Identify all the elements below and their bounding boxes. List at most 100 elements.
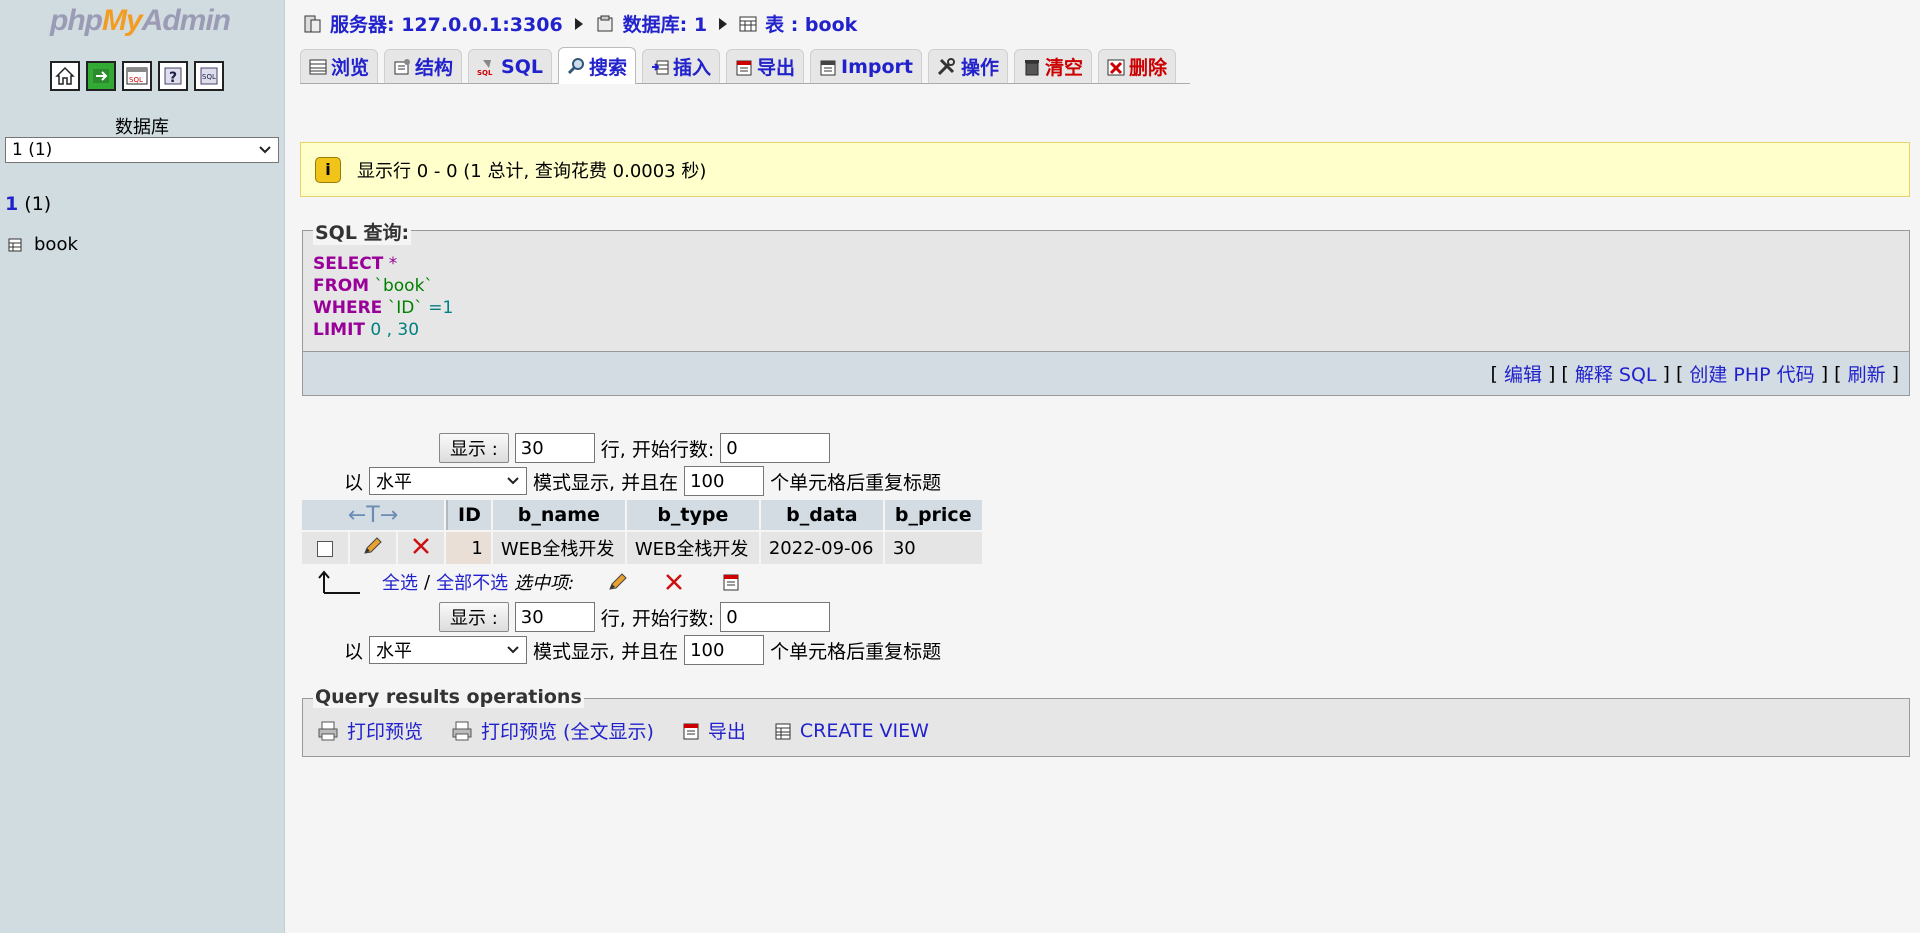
sql-limit: 0 , 30 [365, 320, 420, 340]
sql-column: `ID` [382, 298, 423, 318]
sidebar-table-label[interactable]: book [34, 234, 78, 255]
database-icon [597, 15, 613, 31]
sql-line: LIMIT 0 , 30 [313, 319, 453, 341]
breadcrumb-server[interactable]: 服务器: 127.0.0.1:3306 [302, 10, 563, 37]
sql-line: WHERE `ID` =1 [313, 297, 453, 319]
tab-export-label[interactable]: 导出 [757, 53, 795, 80]
pencil-icon[interactable] [606, 572, 630, 592]
printer-icon [452, 721, 472, 740]
explain-sql-link[interactable]: 解释 SQL [1575, 360, 1657, 387]
create-php-code-link[interactable]: 创建 PHP 代码 [1689, 360, 1814, 387]
import-icon [820, 60, 836, 75]
database-link[interactable]: 1 [5, 193, 18, 215]
tab-drop-label[interactable]: 删除 [1129, 53, 1167, 80]
tab-drop[interactable]: 删除 [1098, 49, 1177, 83]
mode-prefix: 以 [344, 640, 364, 663]
repeat-headers-input[interactable]: 100 [684, 466, 765, 496]
cell-b-price[interactable]: 30 [884, 532, 982, 564]
database-label: 数据库 [115, 117, 169, 138]
breadcrumb-server-label[interactable]: 服务器: 127.0.0.1:3306 [330, 10, 563, 37]
tab-insert-label[interactable]: 插入 [673, 53, 711, 80]
search-icon [567, 58, 584, 75]
column-header-b-price[interactable]: b_price [884, 500, 982, 530]
arrow-up-left-icon [318, 570, 360, 594]
tab-structure[interactable]: 结构 [384, 49, 463, 83]
cell-b-name[interactable]: WEB全栈开发 [492, 532, 625, 564]
database-select[interactable]: 1 (1) [5, 137, 279, 163]
tab-browse[interactable]: 浏览 [300, 49, 379, 83]
tab-structure-label[interactable]: 结构 [415, 53, 453, 80]
export-link[interactable]: 导出 [682, 717, 746, 744]
tab-sql[interactable]: SQL SQL [468, 49, 552, 83]
column-sort-arrows-icon[interactable]: ←T→ [302, 500, 444, 530]
refresh-link[interactable]: 刷新 [1848, 360, 1886, 387]
with-selected-bar: 全选 / 全部不选 选中项: [318, 569, 740, 595]
display-mode-select[interactable]: 水平 [369, 636, 528, 664]
start-row-input[interactable]: 0 [720, 602, 831, 632]
breadcrumb-database-label[interactable]: 数据库: 1 [623, 10, 707, 37]
tab-import-label[interactable]: Import [841, 56, 913, 78]
tab-search-label[interactable]: 搜索 [589, 53, 627, 80]
documentation-icon[interactable]: ? [158, 61, 188, 91]
column-header-b-type[interactable]: b_type [626, 500, 759, 530]
sidebar-table-book[interactable]: book [8, 234, 78, 255]
delete-icon[interactable] [664, 572, 684, 592]
logout-icon[interactable] [86, 61, 116, 91]
cell-b-data[interactable]: 2022-09-06 [760, 532, 883, 564]
sql-actions: [编辑] [解释 SQL] [创建 PHP 代码] [刷新] [303, 351, 1909, 395]
pencil-icon[interactable] [362, 536, 384, 556]
tab-browse-label[interactable]: 浏览 [331, 53, 369, 80]
tab-import[interactable]: Import [810, 49, 923, 83]
home-icon[interactable] [50, 61, 80, 91]
cell-b-type[interactable]: WEB全栈开发 [626, 532, 759, 564]
start-row-input[interactable]: 0 [720, 433, 831, 463]
column-header-id[interactable]: ID [446, 500, 491, 530]
sql-query-window-icon[interactable]: SQL [122, 61, 152, 91]
phpmyadmin-logo[interactable]: phpMyAdmin [50, 4, 231, 38]
display-mode-select[interactable]: 水平 [369, 467, 528, 495]
mode-prefix: 以 [344, 471, 364, 494]
tab-search[interactable]: 搜索 [557, 47, 636, 84]
export-icon[interactable] [722, 572, 740, 592]
print-view-link[interactable]: 打印预览 [317, 717, 423, 744]
sql-docs-icon[interactable]: SQL [194, 61, 224, 91]
tab-sql-label[interactable]: SQL [501, 56, 543, 78]
breadcrumb-table-label[interactable]: 表 : book [765, 10, 857, 37]
show-button[interactable]: 显示 : [439, 433, 509, 463]
row-checkbox[interactable] [317, 540, 333, 557]
printer-icon [318, 721, 338, 740]
column-header-b-data[interactable]: b_data [760, 500, 883, 530]
breadcrumb-database[interactable]: 数据库: 1 [595, 10, 707, 37]
tab-insert[interactable]: 插入 [642, 49, 721, 83]
uncheck-all-link[interactable]: 全部不选 [436, 569, 508, 595]
print-view-label[interactable]: 打印预览 [347, 717, 423, 744]
repeat-label: 个单元格后重复标题 [770, 471, 942, 494]
database-name[interactable]: 1 (1) [5, 193, 51, 215]
repeat-headers-input[interactable]: 100 [684, 635, 765, 665]
tab-operations[interactable]: 操作 [928, 49, 1009, 83]
tab-empty-label[interactable]: 清空 [1045, 53, 1083, 80]
tab-empty[interactable]: 清空 [1014, 49, 1093, 83]
cell-id[interactable]: 1 [446, 532, 491, 564]
create-view-link[interactable]: CREATE VIEW [774, 717, 929, 744]
export-label[interactable]: 导出 [708, 717, 746, 744]
edit-sql-link[interactable]: 编辑 [1504, 360, 1542, 387]
display-controls-bottom: 显示 : 30 行, 开始行数: 0 [439, 602, 831, 632]
success-notice: i 显示行 0 - 0 (1 总计, 查询花费 0.0003 秒) [300, 142, 1910, 197]
chevron-down-icon [259, 146, 271, 154]
rows-input[interactable]: 30 [514, 433, 595, 463]
show-button[interactable]: 显示 : [439, 602, 509, 632]
check-all-link[interactable]: 全选 [382, 569, 418, 595]
tab-operations-label[interactable]: 操作 [961, 53, 999, 80]
breadcrumb-separator-icon [719, 17, 728, 30]
print-view-full-link[interactable]: 打印预览 (全文显示) [451, 717, 654, 744]
create-view-label[interactable]: CREATE VIEW [800, 720, 929, 742]
query-results-operations: Query results operations 打印预览 打印预览 (全文显示… [302, 686, 1910, 757]
tab-export[interactable]: 导出 [726, 49, 805, 83]
column-header-b-name[interactable]: b_name [492, 500, 625, 530]
print-view-full-label[interactable]: 打印预览 (全文显示) [481, 717, 654, 744]
delete-icon[interactable] [411, 536, 431, 556]
svg-text:SQL: SQL [129, 76, 143, 84]
breadcrumb-table[interactable]: 表 : book [739, 10, 857, 37]
rows-input[interactable]: 30 [514, 602, 595, 632]
